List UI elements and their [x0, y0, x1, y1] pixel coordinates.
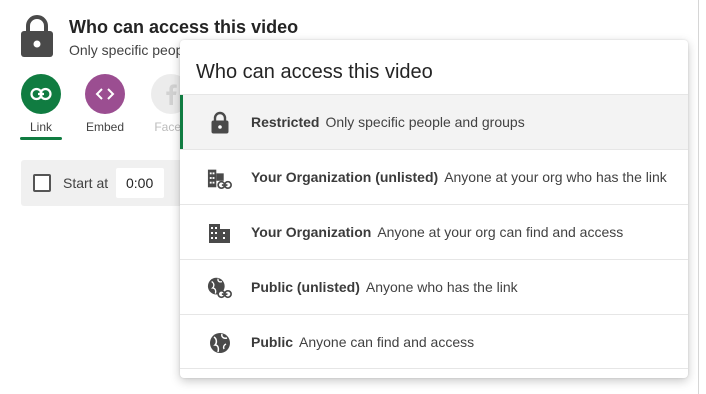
options-bar: Start at — [21, 160, 191, 206]
access-option-list: Restricted Only specific people and group… — [180, 94, 688, 369]
start-at-checkbox[interactable] — [33, 174, 51, 192]
option-org-unlisted[interactable]: Your Organization (unlisted) Anyone at yo… — [180, 149, 688, 204]
option-public-unlisted[interactable]: Public (unlisted) Anyone who has the link — [180, 259, 688, 314]
dropdown-title: Who can access this video — [196, 61, 433, 83]
tab-embed[interactable]: Embed — [80, 74, 130, 134]
window-edge — [698, 0, 699, 394]
link-button[interactable] — [21, 74, 61, 114]
option-description: Anyone at your org who has the link — [444, 169, 667, 185]
start-at-label: Start at — [63, 175, 109, 191]
embed-button[interactable] — [85, 74, 125, 114]
facebook-icon — [166, 84, 177, 105]
access-subtitle: Only specific peop — [69, 42, 184, 58]
access-dropdown: Who can access this video Restricted Only… — [180, 40, 688, 378]
option-description: Anyone at your org can find and access — [377, 224, 624, 240]
option-org[interactable]: Your Organization Anyone at your org can … — [180, 204, 688, 259]
option-description: Anyone who has the link — [365, 279, 518, 295]
option-description: Only specific people and groups — [325, 114, 525, 130]
option-description: Anyone can find and access — [299, 334, 475, 350]
option-restricted[interactable]: Restricted Only specific people and group… — [180, 94, 688, 149]
tab-embed-label: Embed — [85, 120, 125, 134]
active-tab-indicator — [20, 137, 62, 140]
tab-link-label: Link — [29, 120, 52, 134]
link-icon — [30, 87, 52, 101]
building-link-icon — [207, 165, 233, 191]
tab-link[interactable]: Link — [16, 74, 66, 134]
option-name: Your Organization (unlisted) — [251, 169, 439, 185]
option-name: Public — [251, 334, 294, 350]
option-name: Your Organization — [251, 224, 372, 240]
option-name: Public (unlisted) — [251, 279, 360, 295]
globe-icon — [207, 330, 233, 356]
option-public[interactable]: Public Anyone can find and access — [180, 314, 688, 369]
code-icon — [95, 88, 115, 100]
start-time-input[interactable] — [116, 168, 164, 198]
access-title: Who can access this video — [69, 17, 299, 37]
globe-link-icon — [207, 275, 233, 301]
lock-icon — [207, 110, 233, 136]
building-icon — [207, 220, 233, 246]
option-name: Restricted — [251, 114, 320, 130]
lock-icon — [21, 15, 53, 57]
